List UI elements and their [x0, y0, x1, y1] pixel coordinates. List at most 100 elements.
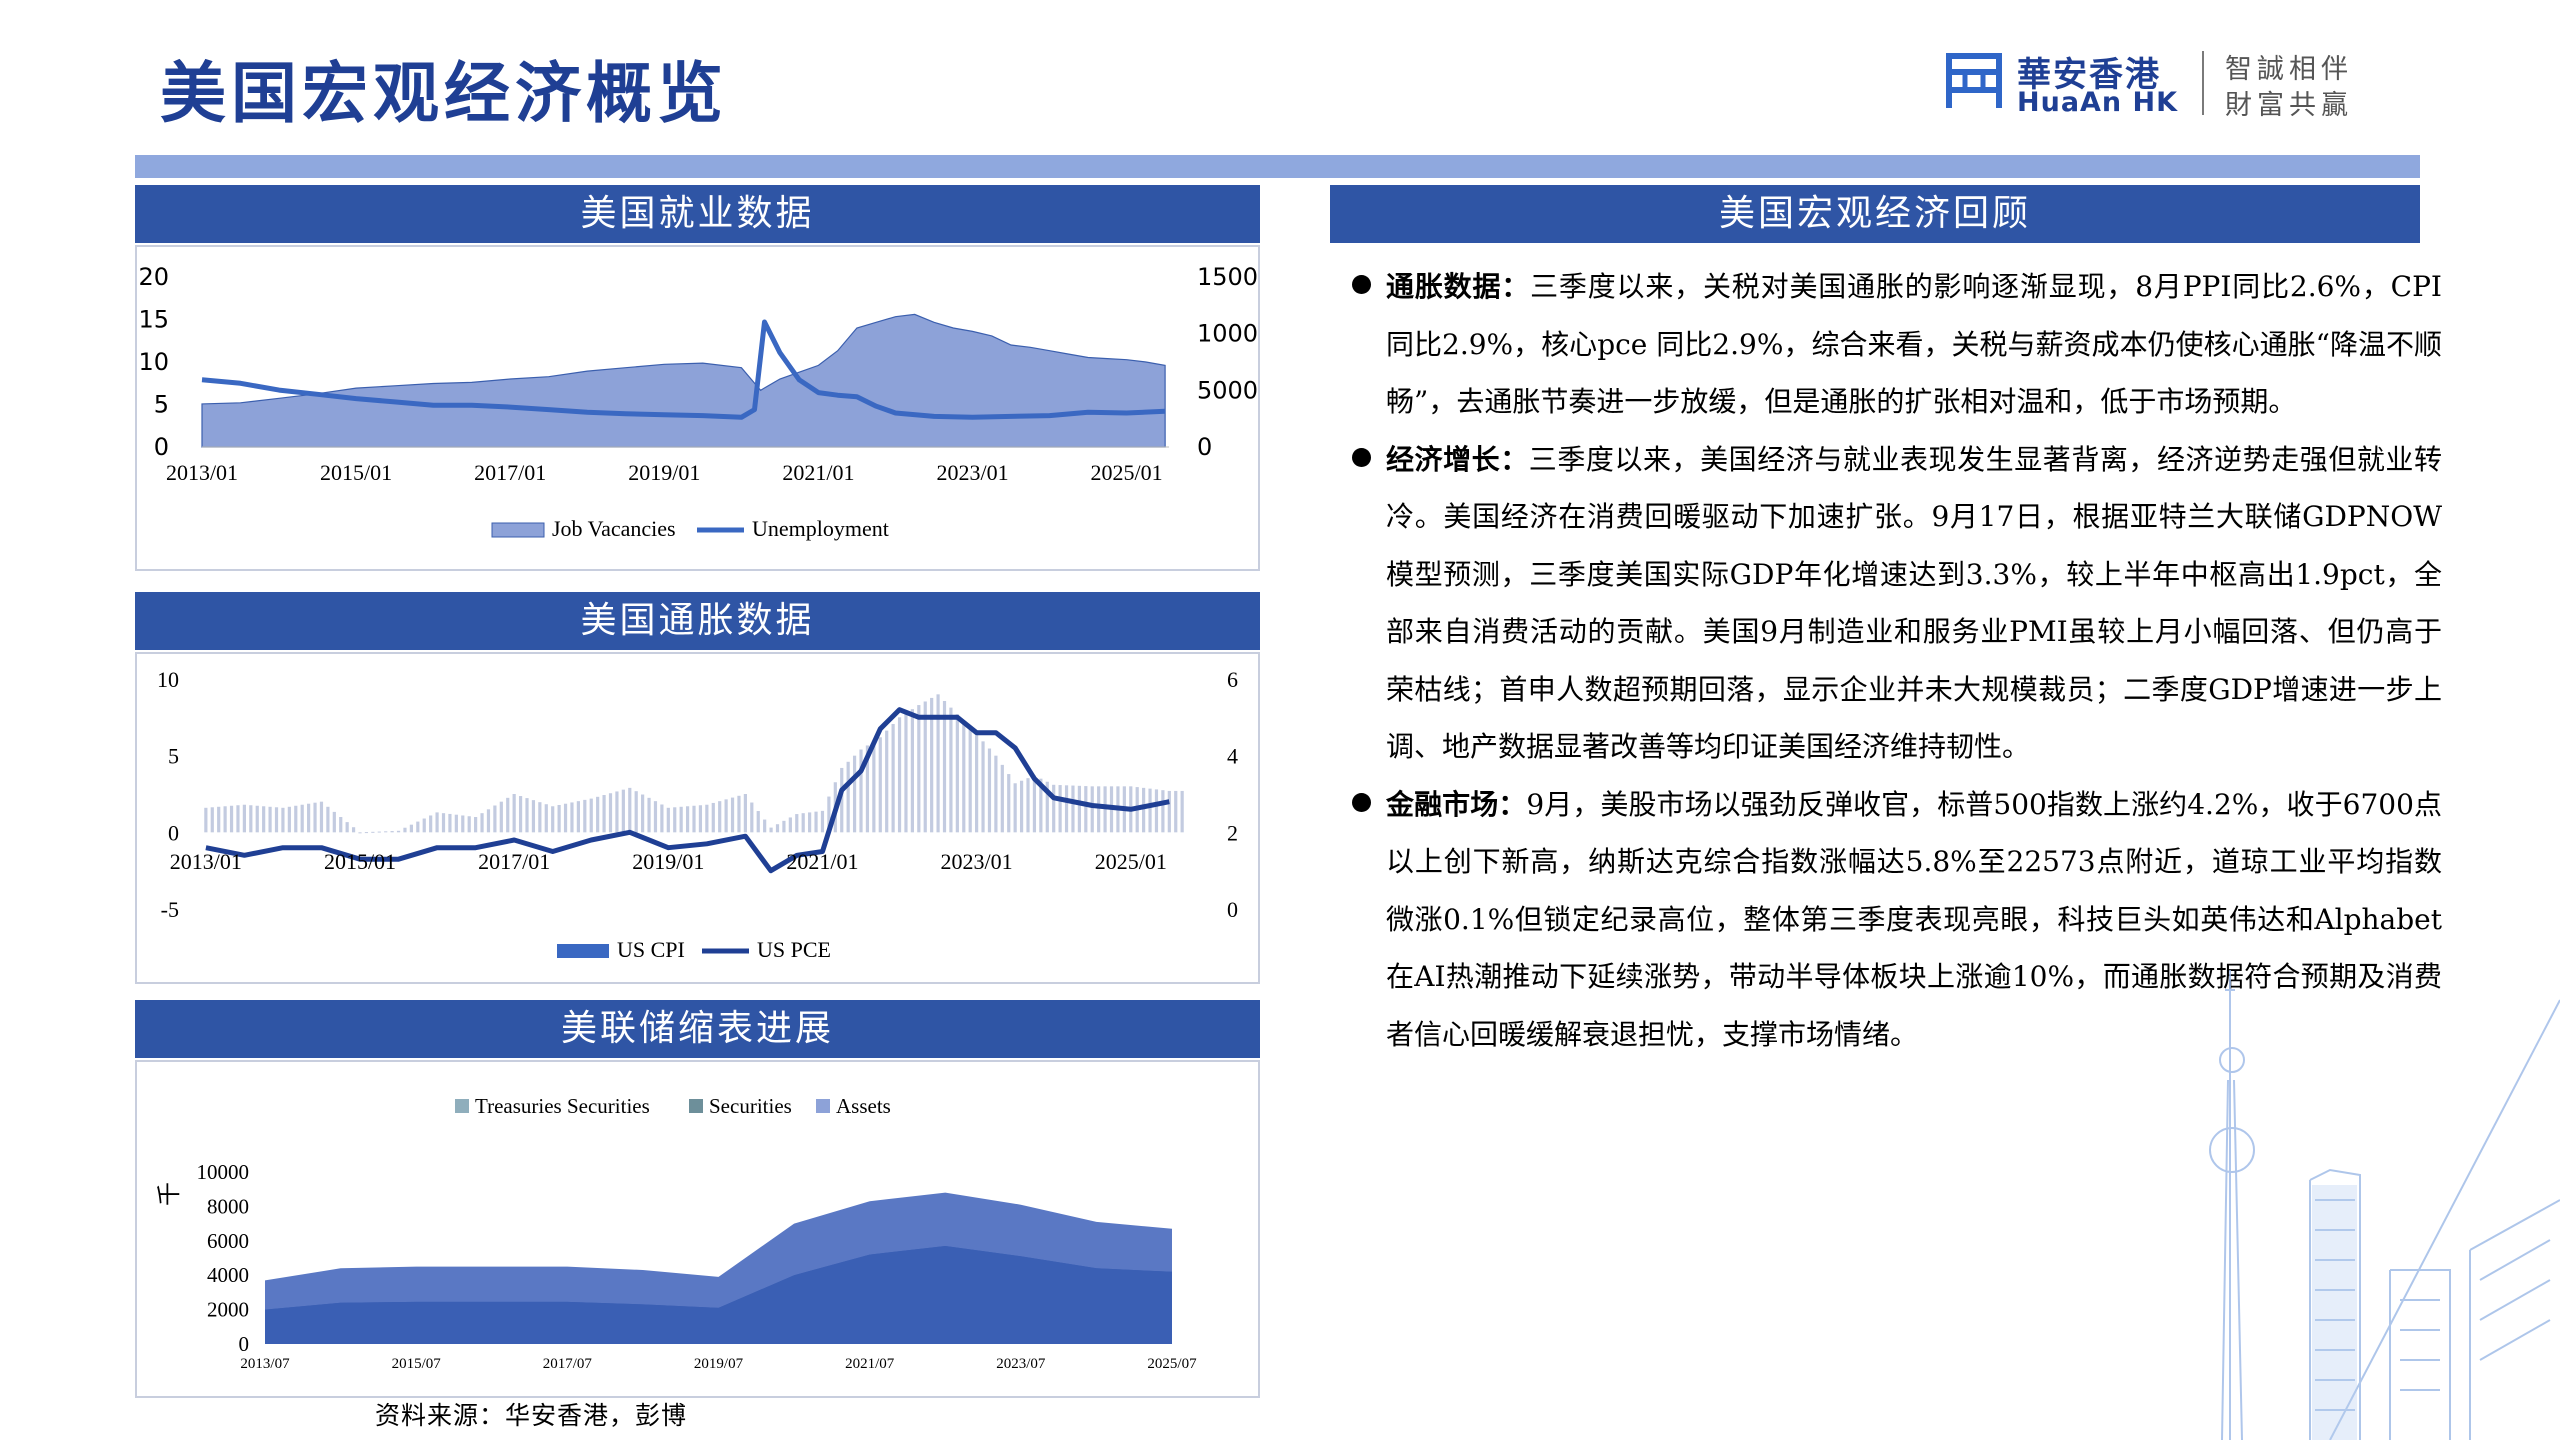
cpi-bar: [210, 807, 214, 833]
legend-swatch-cpi: [557, 944, 609, 958]
cpi-bar: [808, 812, 812, 833]
x-axis-tick-label: 2025/01: [1095, 849, 1167, 874]
inflation-chart-svg: -5 0 5 10 0 2 4 6 2013/01 2015/01 2017/01 2019/01 20…: [157, 667, 1238, 962]
cpi-bar: [435, 812, 439, 833]
x-axis-tick-label: 2013/07: [240, 1356, 290, 1372]
cpi-bar: [634, 791, 638, 833]
x-axis-tick-label: 2017/07: [543, 1356, 593, 1372]
cpi-bar: [878, 737, 882, 833]
cpi-bar: [949, 707, 953, 833]
cpi-bar: [621, 789, 625, 833]
legend-label: Job Vacancies: [552, 516, 676, 541]
cpi-bar: [1154, 789, 1159, 833]
left-axis-tick-label: 5: [168, 744, 179, 769]
cpi-bar: [975, 734, 979, 833]
cpi-bar: [441, 813, 446, 833]
cpi-bar: [223, 806, 227, 833]
cpi-bar: [538, 802, 542, 833]
cpi-bar: [628, 787, 632, 833]
y-axis-tick-label: 0: [239, 1332, 250, 1356]
cpi-bar: [1026, 778, 1030, 833]
cpi-bar: [596, 796, 600, 833]
x-axis-tick-label: 2015/01: [324, 849, 396, 874]
cpi-bar: [814, 811, 818, 833]
x-axis-tick-label: 2019/07: [694, 1356, 744, 1372]
company-logo: 華安香港 HuaAn HK 智誠相伴 財富共贏: [1945, 45, 2365, 121]
cpi-bar: [1174, 790, 1178, 833]
right-axis-tick-label: 0: [1227, 897, 1238, 922]
cpi-bar: [775, 824, 780, 833]
right-axis-tick-label: 10000: [1197, 320, 1260, 348]
bullet-icon: [1352, 275, 1371, 294]
left-axis-tick-label: 5: [154, 391, 169, 419]
y-axis-unit-label: 千: [155, 1182, 183, 1206]
cpi-bar: [345, 822, 349, 833]
cpi-bar: [274, 807, 279, 833]
cpi-bar: [204, 807, 208, 833]
cpi-bar: [236, 805, 240, 833]
legend-label: Unemployment: [752, 516, 889, 541]
cpi-bar: [730, 797, 735, 833]
cpi-bar: [673, 807, 677, 833]
legend-swatch: [816, 1099, 830, 1113]
cpi-bar: [384, 831, 388, 833]
cpi-bar: [429, 815, 433, 833]
x-axis-tick-label: 2015/07: [392, 1356, 442, 1372]
cpi-bar: [897, 717, 902, 833]
x-axis-tick-label: 2021/01: [782, 460, 854, 485]
cpi-bar: [390, 831, 394, 833]
cpi-bar: [904, 713, 908, 833]
cpi-bar: [685, 806, 690, 833]
cpi-bar: [313, 802, 317, 833]
cpi-bar: [576, 801, 580, 833]
x-axis-tick-label: 2019/01: [628, 460, 700, 485]
right-axis-tick-label: 2: [1227, 820, 1238, 845]
legend-label: Treasuries Securities: [475, 1094, 650, 1118]
cpi-bar: [917, 705, 921, 833]
cpi-bar: [294, 805, 298, 833]
cpi-bar: [987, 748, 992, 833]
x-axis-tick-label: 2013/01: [166, 460, 238, 485]
cpi-bar: [351, 827, 356, 833]
cpi-bar: [1019, 780, 1024, 833]
left-axis-tick-label: 15: [138, 306, 169, 334]
cpi-bar: [820, 810, 825, 833]
cpi-bar: [750, 802, 754, 833]
cpi-bar: [872, 741, 876, 833]
cpi-bar: [788, 817, 792, 833]
cpi-bar: [801, 813, 805, 833]
cpi-bar: [1077, 785, 1081, 833]
cpi-bar: [1180, 790, 1184, 833]
cpi-bar: [1161, 790, 1165, 833]
y-axis-tick-label: 4000: [207, 1263, 249, 1287]
cpi-bar: [454, 814, 458, 833]
cpi-bar: [923, 701, 927, 833]
employment-chart: 0 5 10 15 20 0 5000 10000 15000 2013/01 2015/01 201…: [135, 245, 1260, 571]
cpi-bar: [698, 805, 703, 833]
cpi-bar: [653, 801, 658, 833]
review-item-heading: 通胀数据：: [1386, 270, 1531, 303]
cpi-bar: [981, 741, 985, 833]
cpi-bar: [403, 827, 407, 833]
cpi-bar: [743, 794, 747, 833]
cpi-bar: [718, 801, 722, 833]
cpi-bar: [942, 700, 947, 833]
fed-section-header: 美联储缩表进展: [135, 1000, 1260, 1058]
cpi-bar: [705, 804, 709, 833]
x-axis-tick-label: 2013/01: [170, 849, 242, 874]
header-divider-bar: [135, 155, 2420, 178]
cpi-bar: [217, 806, 221, 833]
y-axis-tick-label: 8000: [207, 1194, 249, 1218]
cpi-bar: [1064, 785, 1069, 833]
x-axis-tick-label: 2025/01: [1091, 460, 1163, 485]
cpi-bar: [281, 807, 285, 833]
cpi-bar: [396, 830, 401, 833]
x-axis-tick-label: 2021/01: [786, 849, 858, 874]
right-axis-tick-label: 4: [1227, 744, 1238, 769]
legend-label: Assets: [836, 1094, 891, 1118]
inflation-chart: -5 0 5 10 0 2 4 6 2013/01 2015/01 2017/01 2019/01 20…: [135, 652, 1260, 984]
review-item-heading: 经济增长：: [1386, 442, 1529, 476]
cpi-bar: [795, 814, 799, 833]
x-axis-tick-label: 2015/01: [320, 460, 392, 485]
cpi-bar: [724, 799, 728, 833]
